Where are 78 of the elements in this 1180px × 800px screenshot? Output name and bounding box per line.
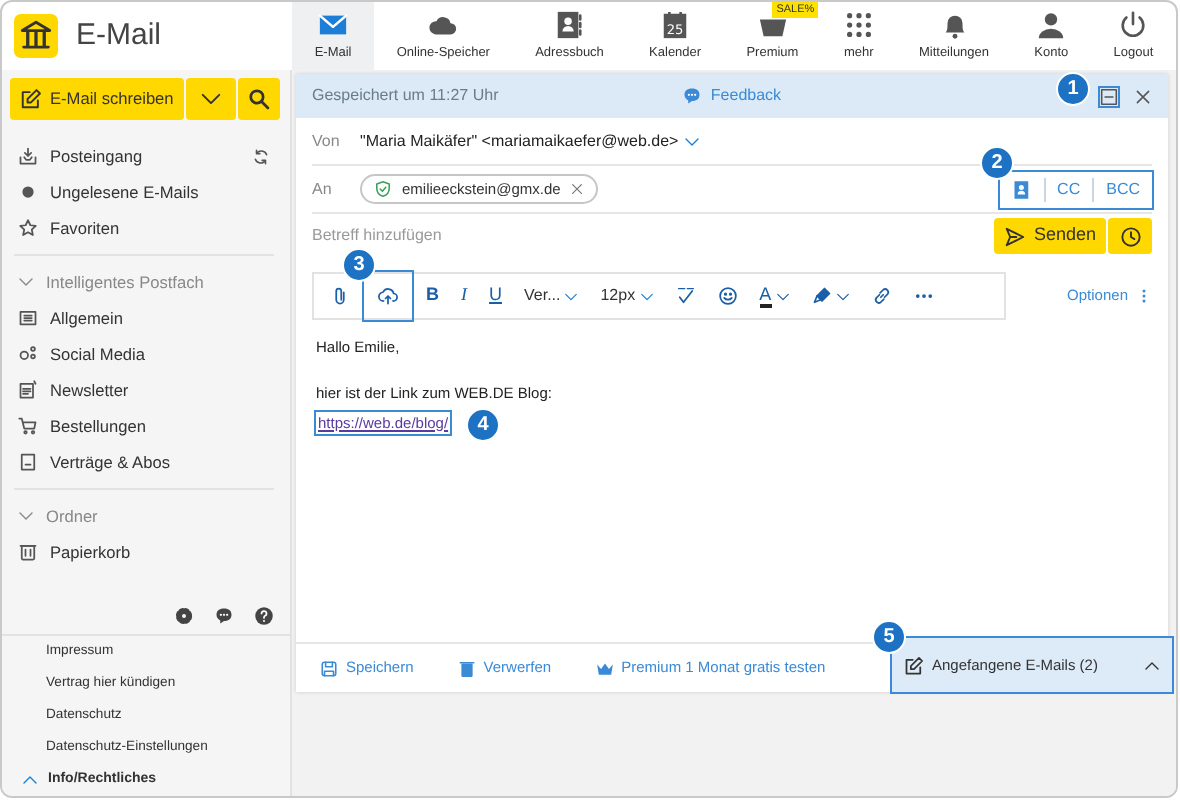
refresh-icon bbox=[252, 147, 270, 165]
minimize-icon bbox=[1100, 87, 1118, 105]
chevron-icon bbox=[18, 274, 34, 290]
close-icon bbox=[1134, 87, 1152, 105]
caret-icon bbox=[835, 289, 850, 303]
from-label: Von bbox=[312, 129, 342, 153]
search-icon bbox=[248, 88, 270, 110]
inbox-tray-icon bbox=[18, 146, 38, 166]
to-label: An bbox=[312, 177, 334, 201]
caret-icon bbox=[639, 289, 654, 303]
link-icon bbox=[871, 286, 892, 306]
chat-icon bbox=[214, 605, 234, 626]
text-color-button[interactable]: A bbox=[751, 276, 798, 316]
remove-icon bbox=[570, 182, 585, 196]
trash-icon bbox=[18, 542, 38, 562]
trash-icon bbox=[457, 659, 476, 677]
close-button[interactable] bbox=[1134, 87, 1152, 105]
help-icon bbox=[254, 605, 274, 626]
search-button[interactable] bbox=[238, 78, 280, 120]
folder-item[interactable]: Papierkorb bbox=[2, 534, 290, 570]
caret-icon bbox=[564, 289, 579, 303]
app-title: E-Mail bbox=[76, 15, 162, 56]
caret-icon bbox=[199, 88, 222, 110]
folder-item[interactable]: Newsletter bbox=[2, 372, 290, 408]
folder-item[interactable]: Bestellungen bbox=[2, 408, 290, 444]
spellcheck-icon bbox=[675, 286, 696, 306]
chat-icon bbox=[682, 86, 703, 106]
chevron-icon bbox=[1144, 657, 1160, 673]
star-icon bbox=[18, 218, 38, 238]
crown-icon bbox=[595, 659, 614, 677]
chevron-icon bbox=[684, 133, 701, 149]
folder-item[interactable]: Social Media bbox=[2, 336, 290, 372]
cc-button[interactable]: CC bbox=[1043, 177, 1093, 201]
minimize-button[interactable] bbox=[1100, 87, 1118, 105]
format-dropdown[interactable]: Ver... bbox=[516, 276, 587, 316]
paperclip-icon bbox=[330, 286, 350, 306]
schedule-button[interactable] bbox=[1108, 218, 1152, 254]
envelope-icon bbox=[318, 9, 349, 40]
chevron-icon bbox=[18, 508, 34, 524]
folder-item[interactable]: Verträge & Abos bbox=[2, 444, 290, 480]
folder-item[interactable]: Ungelesene E-Mails bbox=[2, 174, 290, 210]
folder-item[interactable]: Favoriten bbox=[2, 210, 290, 246]
send-button[interactable]: Senden bbox=[994, 218, 1106, 254]
chevron-icon bbox=[22, 771, 38, 788]
cloud-upload-icon bbox=[378, 286, 398, 306]
power-icon bbox=[1118, 9, 1149, 40]
upload-button[interactable] bbox=[364, 272, 412, 320]
list-icon bbox=[18, 308, 38, 328]
newspaper-icon bbox=[18, 380, 38, 400]
document-icon bbox=[18, 452, 38, 472]
floppy-icon bbox=[320, 659, 338, 677]
people-icon bbox=[18, 344, 38, 364]
sender-address[interactable]: "Maria Maikäfer" <mariamaikaefer@web.de> bbox=[360, 129, 679, 153]
dot-icon bbox=[18, 182, 38, 202]
folder-item[interactable]: Posteingang bbox=[2, 138, 290, 174]
address-book-icon bbox=[1011, 179, 1032, 199]
edit-icon bbox=[904, 655, 924, 675]
address-book-icon bbox=[554, 9, 585, 40]
logo-icon[interactable] bbox=[14, 14, 58, 58]
italic-button[interactable]: I bbox=[453, 276, 475, 316]
caret-icon bbox=[775, 289, 790, 303]
underline-button[interactable]: U bbox=[481, 276, 510, 316]
bold-button[interactable]: B bbox=[418, 276, 447, 316]
send-icon bbox=[1004, 225, 1026, 247]
person-icon bbox=[1036, 9, 1067, 40]
compose-menu-button[interactable] bbox=[185, 78, 236, 120]
format-dropdown[interactable]: 12px bbox=[592, 276, 662, 316]
folder-item[interactable]: Allgemein bbox=[2, 300, 290, 336]
marker-icon bbox=[811, 286, 832, 306]
grid-icon bbox=[843, 9, 874, 40]
save-status: Gespeichert um 11:27 Uhr bbox=[312, 84, 501, 108]
cart-icon bbox=[18, 416, 38, 436]
compose-icon bbox=[20, 88, 42, 110]
shield-icon bbox=[374, 180, 392, 198]
bcc-button[interactable]: BCC bbox=[1092, 177, 1152, 201]
clock-icon bbox=[1119, 225, 1141, 247]
smiley-icon bbox=[717, 286, 738, 306]
compose-button[interactable]: E-Mail schreiben bbox=[10, 78, 184, 120]
